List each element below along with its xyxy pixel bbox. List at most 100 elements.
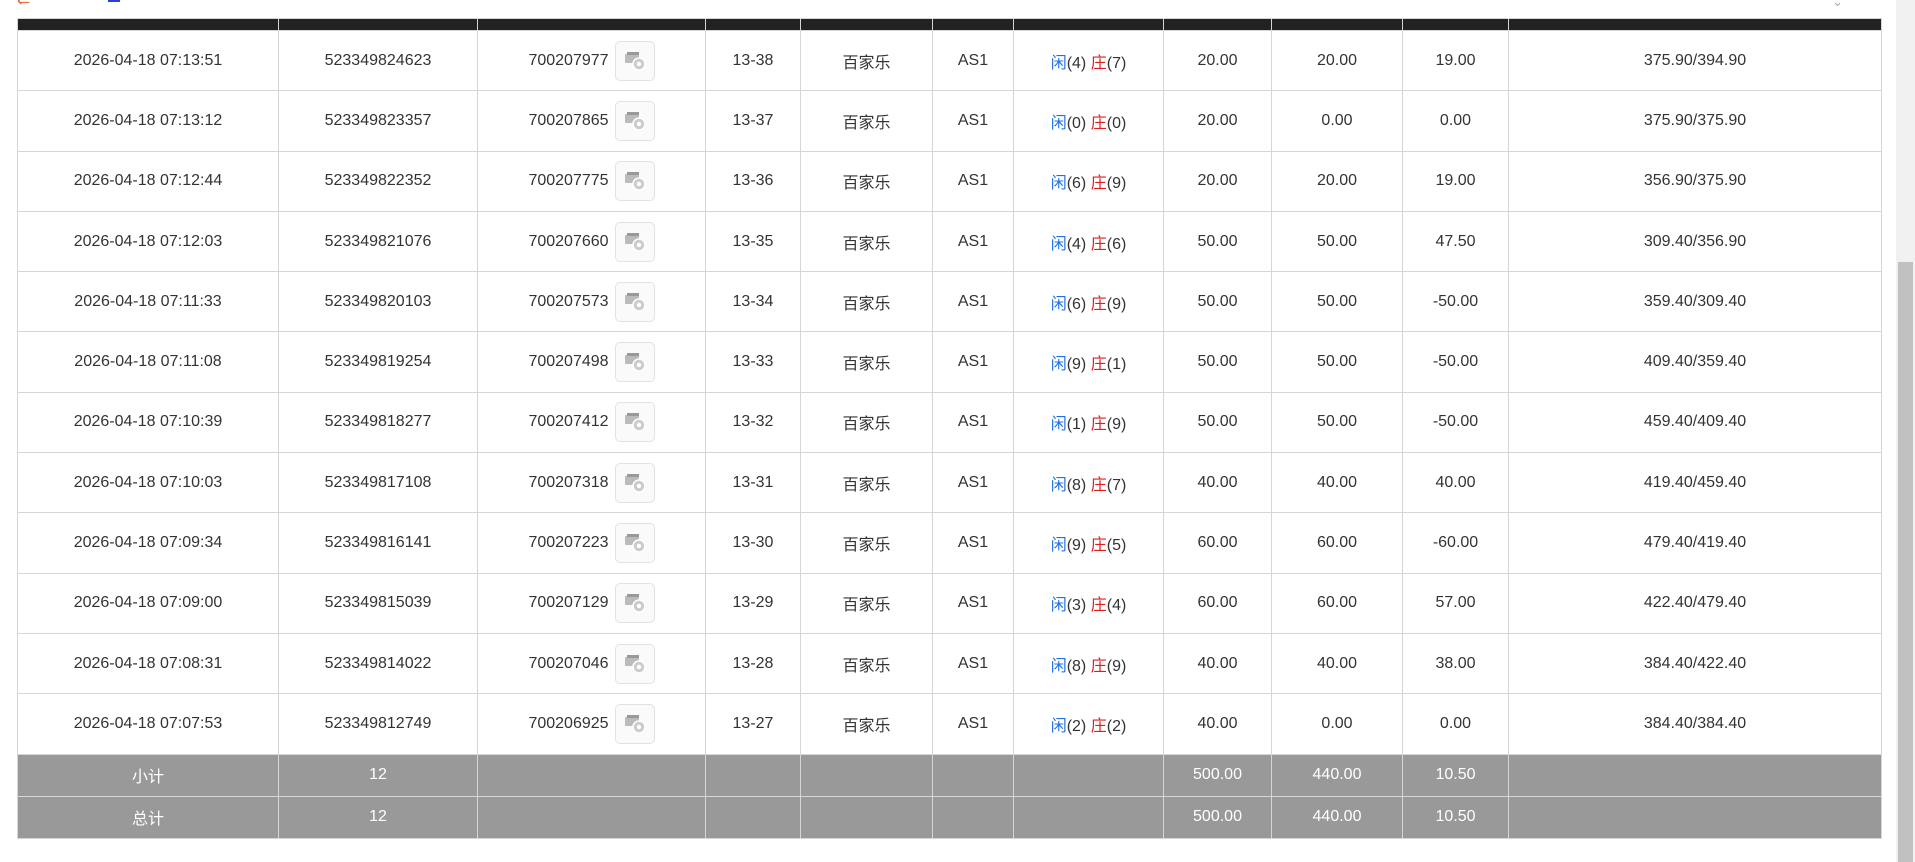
header-balance[interactable]	[1508, 18, 1882, 31]
round-no: 13-36	[705, 150, 801, 212]
toolbar-right-icon[interactable]: ⌄	[1832, 0, 1843, 10]
game-name: 百家乐	[800, 391, 933, 454]
header-valid-bet[interactable]	[1271, 18, 1403, 31]
roulette-chip-icon[interactable]	[614, 281, 655, 322]
valid-bet: 60.00	[1271, 512, 1403, 574]
game-id: 700207573	[528, 292, 609, 310]
banker-score: (9)	[1106, 295, 1127, 313]
result-cell: 闲(8) 庄(7)	[1013, 452, 1164, 514]
bet-amount: 60.00	[1163, 572, 1272, 634]
table-row: 2026-04-18 07:12:44 523349822352 700207775…	[17, 150, 1882, 212]
table-code: AS1	[932, 452, 1014, 514]
roulette-chip-icon[interactable]	[614, 523, 655, 564]
banker-score: (1)	[1106, 356, 1127, 374]
game-id: 700207977	[528, 51, 609, 69]
table-row: 2026-04-18 07:07:53 523349812749 700206925…	[17, 693, 1882, 755]
bet-id: 523349817108	[278, 452, 478, 514]
player-label: 闲	[1050, 356, 1067, 374]
game-id-cell: 700207223	[477, 512, 706, 574]
bet-id: 523349820103	[278, 271, 478, 333]
roulette-chip-icon[interactable]	[614, 100, 655, 141]
bet-time: 2026-04-18 07:11:33	[17, 271, 279, 333]
header-table[interactable]	[932, 18, 1014, 31]
roulette-chip-icon[interactable]	[614, 342, 655, 383]
header-win-loss[interactable]	[1402, 18, 1509, 31]
header-time[interactable]	[17, 18, 279, 31]
table-row: 2026-04-18 07:11:08 523349819254 700207498…	[17, 331, 1882, 393]
player-score: (8)	[1066, 657, 1087, 675]
bet-amount: 40.00	[1163, 452, 1272, 514]
game-id: 700207129	[528, 594, 609, 612]
game-name: 百家乐	[800, 90, 933, 152]
roulette-chip-icon[interactable]	[614, 583, 655, 624]
roulette-chip-icon[interactable]	[614, 161, 655, 202]
table-code: AS1	[932, 572, 1014, 634]
banker-label: 庄	[1090, 657, 1107, 675]
table-code: AS1	[932, 90, 1014, 152]
win-loss: 38.00	[1402, 632, 1509, 695]
valid-bet: 50.00	[1271, 271, 1403, 333]
bet-id: 523349823357	[278, 90, 478, 152]
header-game-id[interactable]	[477, 18, 706, 31]
header-result[interactable]	[1013, 18, 1164, 31]
roulette-chip-icon[interactable]	[614, 40, 655, 81]
header-round[interactable]	[705, 18, 801, 31]
win-loss: -50.00	[1402, 331, 1509, 393]
total-count: 12	[278, 795, 478, 839]
result-cell: 闲(9) 庄(1)	[1013, 331, 1164, 393]
game-id-cell: 700207573	[477, 271, 706, 333]
table-code: AS1	[932, 693, 1014, 755]
bet-id: 523349815039	[278, 572, 478, 634]
balance: 375.90/375.90	[1508, 90, 1882, 152]
game-id: 700207865	[528, 111, 609, 129]
table-code: AS1	[932, 331, 1014, 393]
game-id: 700207046	[528, 654, 609, 672]
bet-id: 523349816141	[278, 512, 478, 574]
roulette-chip-icon[interactable]	[614, 221, 655, 262]
bet-id: 523349812749	[278, 693, 478, 755]
player-score: (1)	[1066, 416, 1087, 434]
round-no: 13-37	[705, 90, 801, 152]
balance: 384.40/422.40	[1508, 632, 1882, 695]
roulette-chip-icon[interactable]	[614, 703, 655, 744]
banker-label: 庄	[1090, 114, 1107, 132]
scrollbar-thumb[interactable]	[1898, 262, 1913, 862]
player-label: 闲	[1050, 295, 1067, 313]
game-id: 700206925	[528, 714, 609, 732]
header-game[interactable]	[800, 18, 933, 31]
back-arrow-icon[interactable]: ⇐	[17, 0, 30, 10]
win-loss: 47.50	[1402, 210, 1509, 273]
balance: 419.40/459.40	[1508, 452, 1882, 514]
header-bet-id[interactable]	[278, 18, 478, 31]
page-link-icon[interactable]	[108, 0, 120, 2]
roulette-chip-icon[interactable]	[614, 462, 655, 503]
banker-label: 庄	[1090, 54, 1107, 72]
bet-time: 2026-04-18 07:10:39	[17, 391, 279, 454]
roulette-chip-icon[interactable]	[614, 402, 655, 443]
total-label: 总计	[17, 795, 279, 839]
game-name: 百家乐	[800, 271, 933, 333]
win-loss: 0.00	[1402, 693, 1509, 755]
game-name: 百家乐	[800, 29, 933, 92]
valid-bet: 0.00	[1271, 693, 1403, 755]
total-bet: 500.00	[1163, 795, 1272, 839]
subtotal-count: 12	[278, 753, 478, 797]
win-loss: -50.00	[1402, 271, 1509, 333]
roulette-chip-icon[interactable]	[614, 643, 655, 684]
game-id-cell: 700206925	[477, 693, 706, 755]
valid-bet: 20.00	[1271, 150, 1403, 212]
bet-amount: 40.00	[1163, 693, 1272, 755]
bet-records-table: 2026-04-18 07:13:51 523349824623 700207977…	[17, 18, 1882, 839]
game-id: 700207498	[528, 353, 609, 371]
table-row: 2026-04-18 07:11:33 523349820103 700207573…	[17, 271, 1882, 333]
bet-id: 523349822352	[278, 150, 478, 212]
bet-amount: 60.00	[1163, 512, 1272, 574]
game-id-cell: 700207865	[477, 90, 706, 152]
table-row: 2026-04-18 07:13:12 523349823357 700207865…	[17, 90, 1882, 152]
result-cell: 闲(0) 庄(0)	[1013, 90, 1164, 152]
header-bet-amount[interactable]	[1163, 18, 1272, 31]
round-no: 13-34	[705, 271, 801, 333]
balance: 356.90/375.90	[1508, 150, 1882, 212]
bet-amount: 50.00	[1163, 210, 1272, 273]
game-name: 百家乐	[800, 572, 933, 634]
